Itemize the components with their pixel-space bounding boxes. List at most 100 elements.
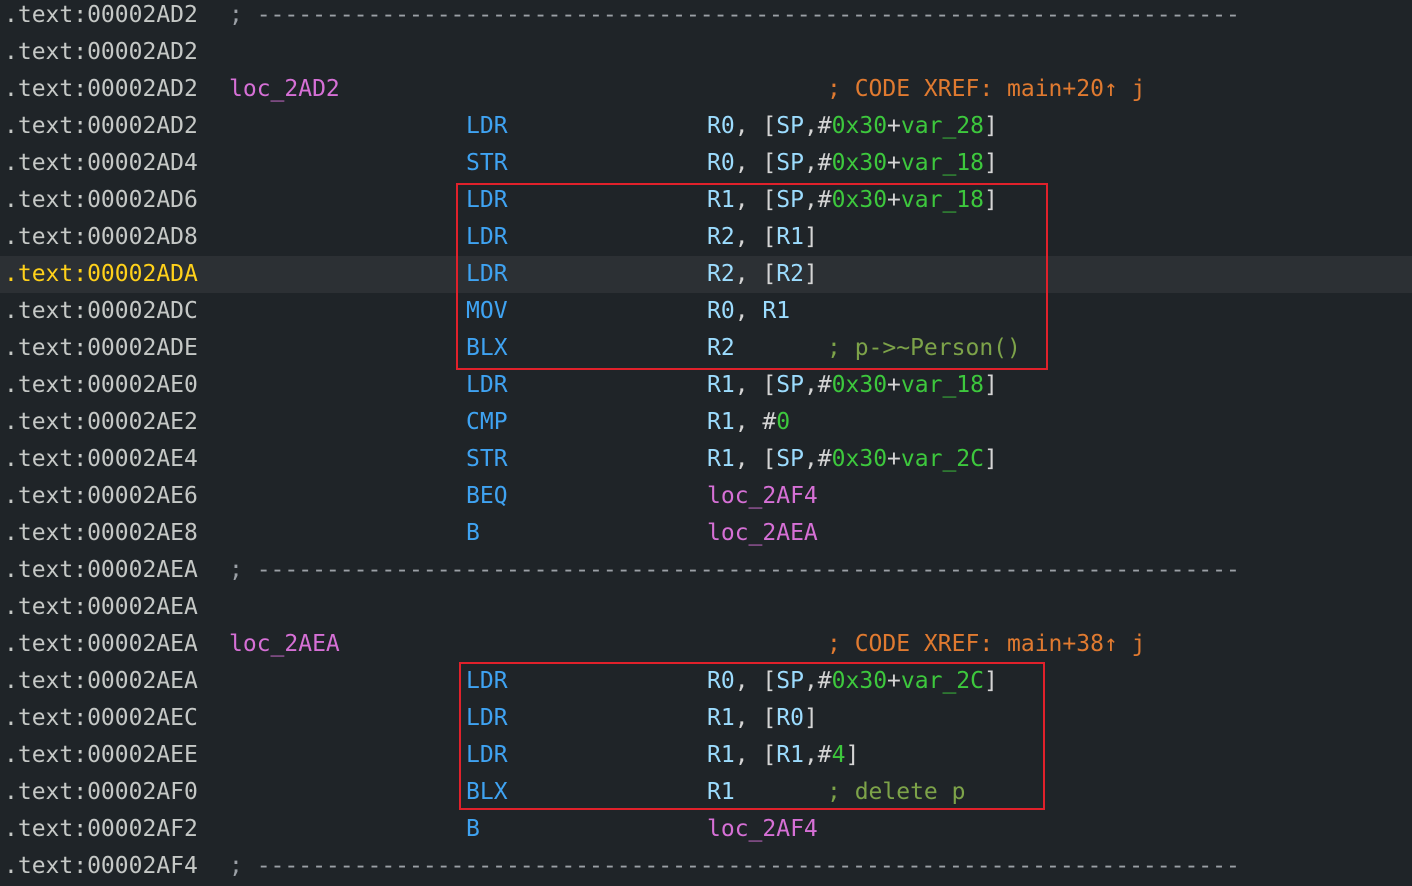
address[interactable]: .text:00002AD2 bbox=[4, 34, 198, 71]
operands[interactable]: R0, [SP,#0x30+var_18] bbox=[707, 145, 998, 182]
operands[interactable]: R1, [SP,#0x30+var_18] bbox=[707, 182, 998, 219]
address[interactable]: .text:00002ADC bbox=[4, 293, 198, 330]
stack-variable[interactable]: var_18 bbox=[901, 372, 984, 398]
listing-row[interactable]: .text:00002AEE LDR R1, [R1,#4] bbox=[0, 737, 1412, 774]
branch-target[interactable]: loc_2AEA bbox=[707, 520, 818, 546]
address[interactable]: .text:00002AEA bbox=[4, 552, 198, 589]
listing-row[interactable]: .text:00002AEA LDR R0, [SP,#0x30+var_2C] bbox=[0, 663, 1412, 700]
code-label[interactable]: loc_2AEA bbox=[229, 626, 340, 663]
operands[interactable]: R1, [SP,#0x30+var_18] bbox=[707, 367, 998, 404]
disassembly-listing[interactable]: .text:00002AD2 ; ------------------------… bbox=[0, 0, 1412, 886]
stack-variable[interactable]: var_18 bbox=[901, 187, 984, 213]
listing-row[interactable]: .text:00002AE0 LDR R1, [SP,#0x30+var_18] bbox=[0, 367, 1412, 404]
mnemonic[interactable]: BLX bbox=[466, 330, 508, 367]
operands[interactable]: R0, R1 bbox=[707, 293, 790, 330]
mnemonic[interactable]: STR bbox=[466, 441, 508, 478]
mnemonic[interactable]: B bbox=[466, 811, 480, 848]
address[interactable]: .text:00002AF2 bbox=[4, 811, 198, 848]
listing-row[interactable]: .text:00002AEC LDR R1, [R0] bbox=[0, 700, 1412, 737]
listing-row[interactable]: .text:00002AE8 Bloc_2AEA bbox=[0, 515, 1412, 552]
stack-variable[interactable]: var_2C bbox=[901, 668, 984, 694]
operands[interactable]: R0, [SP,#0x30+var_2C] bbox=[707, 663, 998, 700]
operands[interactable]: R1, #0 bbox=[707, 404, 790, 441]
mnemonic[interactable]: LDR bbox=[466, 182, 508, 219]
stack-variable[interactable]: var_2C bbox=[901, 446, 984, 472]
listing-row[interactable]: .text:00002AE2 CMP R1, #0 bbox=[0, 404, 1412, 441]
operands[interactable]: R2 bbox=[707, 330, 735, 367]
listing-row[interactable]: .text:00002AF2 Bloc_2AF4 bbox=[0, 811, 1412, 848]
listing-row[interactable]: .text:00002AD6 LDR R1, [SP,#0x30+var_18] bbox=[0, 182, 1412, 219]
listing-row[interactable]: .text:00002AD8 LDR R2, [R1] bbox=[0, 219, 1412, 256]
mnemonic[interactable]: LDR bbox=[466, 219, 508, 256]
address[interactable]: .text:00002AD2 bbox=[4, 0, 198, 34]
operands[interactable]: loc_2AF4 bbox=[707, 811, 818, 848]
listing-row[interactable]: .text:00002AD2 loc_2AD2 ; CODE XREF: main+… bbox=[0, 71, 1412, 108]
operands[interactable]: loc_2AEA bbox=[707, 515, 818, 552]
mnemonic[interactable]: BLX bbox=[466, 774, 508, 811]
address[interactable]: .text:00002AE4 bbox=[4, 441, 198, 478]
mnemonic[interactable]: BEQ bbox=[466, 478, 508, 515]
operands[interactable]: R1, [R1,#4] bbox=[707, 737, 859, 774]
branch-target[interactable]: loc_2AF4 bbox=[707, 816, 818, 842]
address[interactable]: .text:00002AF0 bbox=[4, 774, 198, 811]
branch-target[interactable]: loc_2AF4 bbox=[707, 483, 818, 509]
address[interactable]: .text:00002AF4 bbox=[4, 848, 198, 885]
address[interactable]: .text:00002AE8 bbox=[4, 515, 198, 552]
address[interactable]: .text:00002ADE bbox=[4, 330, 198, 367]
address[interactable]: .text:00002AEA bbox=[4, 626, 198, 663]
listing-row[interactable]: .text:00002AF0 BLX R1 ; delete p bbox=[0, 774, 1412, 811]
mnemonic[interactable]: LDR bbox=[466, 256, 508, 293]
stack-variable[interactable]: var_28 bbox=[901, 113, 984, 139]
operands[interactable]: R1, [R0] bbox=[707, 700, 818, 737]
address[interactable]: .text:00002AD4 bbox=[4, 145, 198, 182]
address[interactable]: .text:00002AEA bbox=[4, 663, 198, 700]
xref-comment[interactable]: ; CODE XREF: main+20↑ j bbox=[827, 71, 1146, 108]
operand-punct: ] bbox=[984, 150, 998, 176]
mnemonic[interactable]: LDR bbox=[466, 367, 508, 404]
xref-comment[interactable]: ; CODE XREF: main+38↑ j bbox=[827, 626, 1146, 663]
operands[interactable]: R1 bbox=[707, 774, 735, 811]
address[interactable]: .text:00002AEC bbox=[4, 700, 198, 737]
listing-row[interactable]: .text:00002AE4 STR R1, [SP,#0x30+var_2C] bbox=[0, 441, 1412, 478]
listing-row[interactable]: .text:00002AEA ; ------------------------… bbox=[0, 552, 1412, 589]
listing-row[interactable]: .text:00002AD2 bbox=[0, 34, 1412, 71]
mnemonic[interactable]: STR bbox=[466, 145, 508, 182]
operands[interactable]: R2, [R2] bbox=[707, 256, 818, 293]
operands[interactable]: loc_2AF4 bbox=[707, 478, 818, 515]
stack-variable[interactable]: var_18 bbox=[901, 150, 984, 176]
operands[interactable]: R2, [R1] bbox=[707, 219, 818, 256]
mnemonic[interactable]: LDR bbox=[466, 663, 508, 700]
listing-row[interactable]: .text:00002AE6 BEQ loc_2AF4 bbox=[0, 478, 1412, 515]
address[interactable]: .text:00002AEA bbox=[4, 589, 198, 626]
operands[interactable]: R1, [SP,#0x30+var_2C] bbox=[707, 441, 998, 478]
operand-punct: ,# bbox=[803, 187, 832, 213]
mnemonic[interactable]: CMP bbox=[466, 404, 508, 441]
address[interactable]: .text:00002AD2 bbox=[4, 108, 198, 145]
mnemonic[interactable]: B bbox=[466, 515, 480, 552]
listing-row[interactable]: .text:00002AEA bbox=[0, 589, 1412, 626]
address[interactable]: .text:00002AD6 bbox=[4, 182, 198, 219]
address[interactable]: .text:00002AD2 bbox=[4, 71, 198, 108]
address[interactable]: .text:00002AE6 bbox=[4, 478, 198, 515]
listing-row[interactable]: .text:00002AD4 STR R0, [SP,#0x30+var_18] bbox=[0, 145, 1412, 182]
operands[interactable]: R0, [SP,#0x30+var_28] bbox=[707, 108, 998, 145]
listing-row[interactable]: .text:00002AF4 ; ------------------------… bbox=[0, 848, 1412, 885]
address[interactable]: .text:00002AD8 bbox=[4, 219, 198, 256]
mnemonic[interactable]: MOV bbox=[466, 293, 508, 330]
operand-punct: ] bbox=[984, 446, 998, 472]
listing-row[interactable]: .text:00002ADE BLX R2 ; p->~Person() bbox=[0, 330, 1412, 367]
address[interactable]: .text:00002AEE bbox=[4, 737, 198, 774]
mnemonic[interactable]: LDR bbox=[466, 700, 508, 737]
address[interactable]: .text:00002AE0 bbox=[4, 367, 198, 404]
code-label[interactable]: loc_2AD2 bbox=[229, 71, 340, 108]
address[interactable]: .text:00002ADA bbox=[4, 256, 198, 293]
address[interactable]: .text:00002AE2 bbox=[4, 404, 198, 441]
mnemonic[interactable]: LDR bbox=[466, 108, 508, 145]
listing-row[interactable]: .text:00002AD2 LDR R0, [SP,#0x30+var_28] bbox=[0, 108, 1412, 145]
listing-row[interactable]: .text:00002AD2 ; ------------------------… bbox=[0, 0, 1412, 34]
listing-row[interactable]: .text:00002AEA loc_2AEA ; CODE XREF: main+… bbox=[0, 626, 1412, 663]
listing-row[interactable]: .text:00002ADC MOV R0, R1 bbox=[0, 293, 1412, 330]
current-line[interactable]: .text:00002ADA LDR R2, [R2] bbox=[0, 256, 1412, 293]
mnemonic[interactable]: LDR bbox=[466, 737, 508, 774]
register: R1 bbox=[707, 372, 735, 398]
